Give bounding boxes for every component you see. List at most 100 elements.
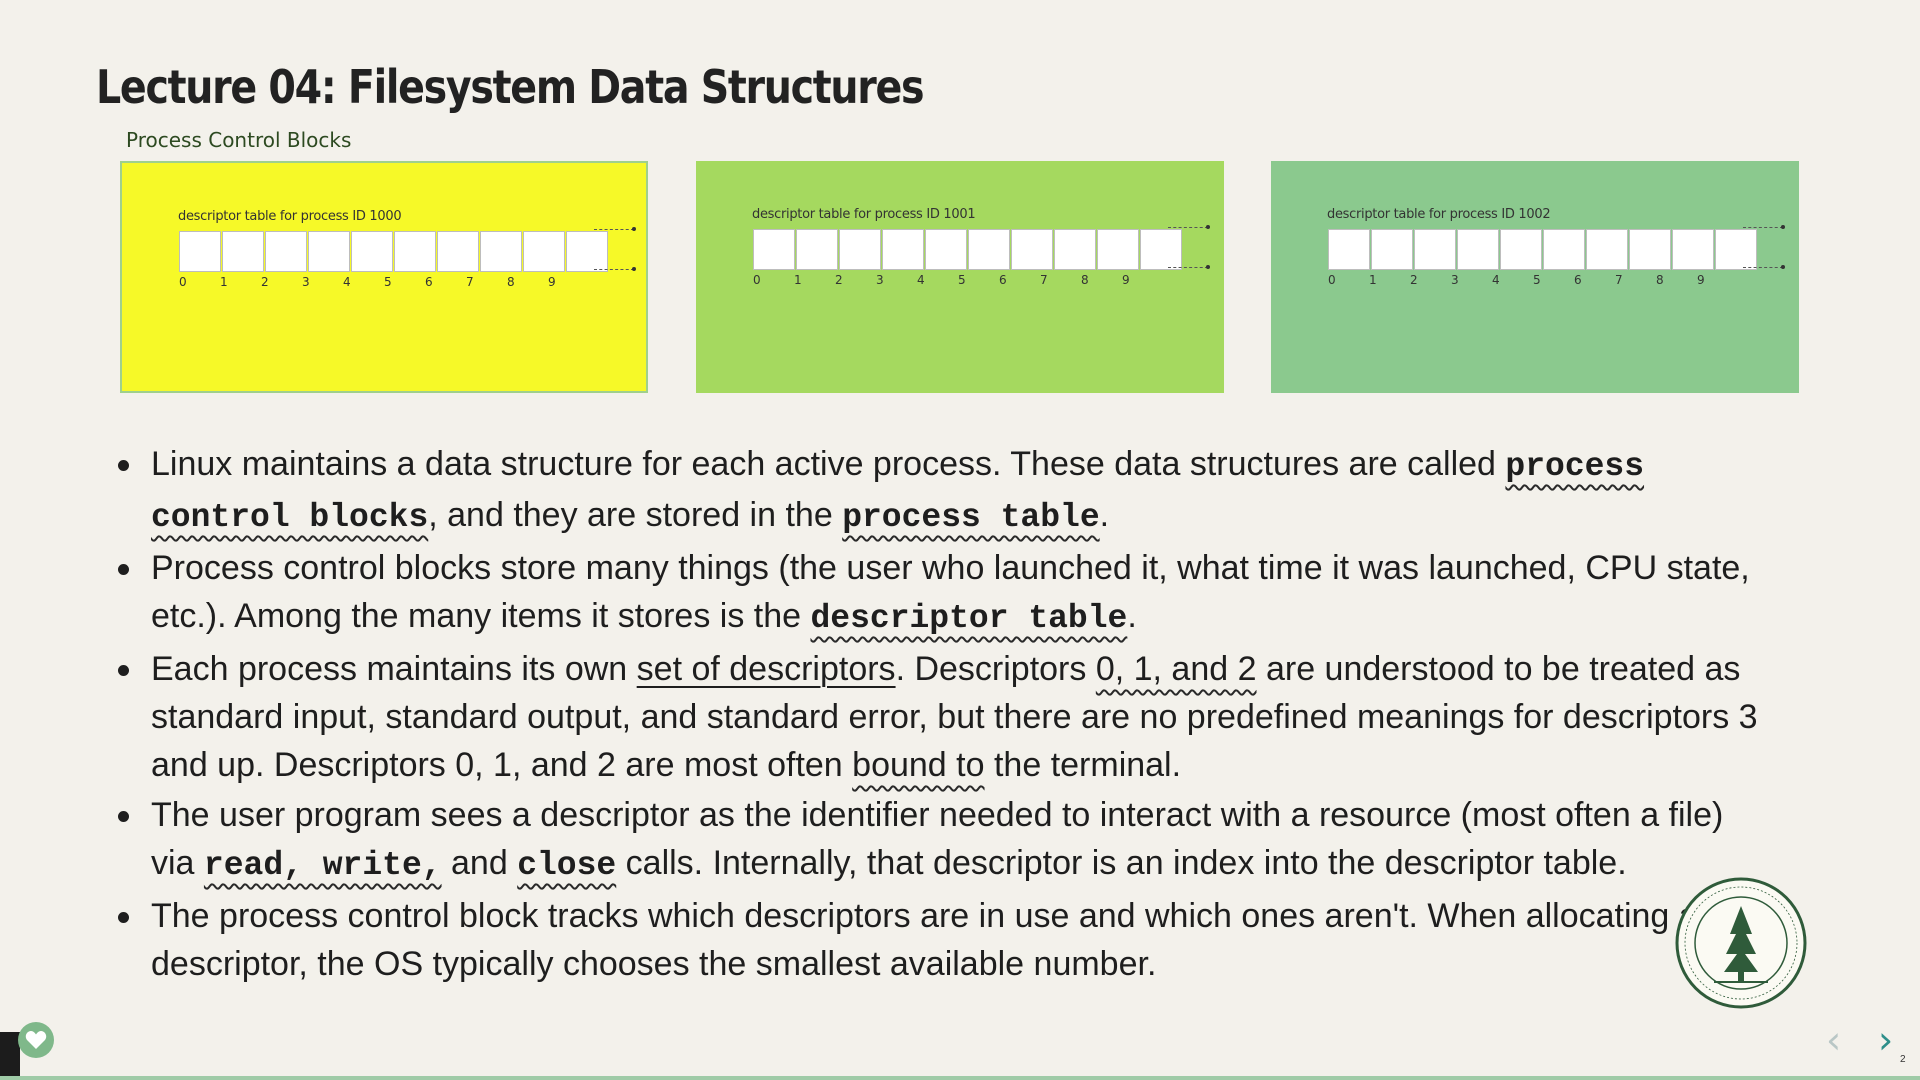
bullet-1: Linux maintains a data structure for eac…	[112, 440, 1772, 542]
descriptor-index: 0	[753, 273, 761, 287]
descriptor-cell	[1097, 229, 1139, 270]
stanford-seal-icon	[1675, 877, 1807, 1009]
descriptor-index: 6	[999, 273, 1007, 287]
descriptor-cell	[1011, 229, 1053, 270]
code-descriptor-table: descriptor table	[810, 600, 1128, 637]
continuation-arrow	[594, 267, 636, 271]
code-read-write: read, write,	[203, 847, 442, 884]
descriptor-cell	[1672, 229, 1714, 270]
descriptor-cell	[1457, 229, 1499, 270]
descriptor-table-panel: descriptor table for process ID 1001 0 1 2 3…	[696, 161, 1224, 393]
descriptor-cell	[796, 229, 838, 270]
descriptor-table-label: descriptor table for process ID 1000	[178, 209, 402, 224]
descriptor-index: 7	[1040, 273, 1048, 287]
descriptor-cell	[308, 231, 350, 272]
descriptor-cells	[179, 231, 609, 272]
chevron-right-icon[interactable]: ›	[1878, 1018, 1893, 1062]
descriptor-cell	[523, 231, 565, 272]
descriptor-cell	[566, 231, 608, 272]
bullet-2: Process control blocks store many things…	[112, 544, 1772, 643]
underlined-set-of-descriptors: set of descriptors	[636, 650, 896, 688]
descriptor-index: 0	[1328, 273, 1336, 287]
slide-title: Lecture 04: Filesystem Data Structures	[96, 60, 925, 114]
descriptor-index: 1	[1369, 273, 1377, 287]
descriptor-index: 8	[507, 275, 515, 289]
descriptor-cell	[222, 231, 264, 272]
descriptor-cell	[1715, 229, 1757, 270]
annotated-descriptors-012: 0, 1, and 2	[1095, 650, 1257, 688]
descriptor-index: 1	[794, 273, 802, 287]
descriptor-table-label: descriptor table for process ID 1001	[752, 207, 976, 222]
descriptor-cells	[1328, 229, 1758, 270]
descriptor-index: 5	[958, 273, 966, 287]
descriptor-index: 3	[1451, 273, 1459, 287]
descriptor-cell	[179, 231, 221, 272]
continuation-arrow	[1743, 225, 1785, 229]
descriptor-index: 6	[1574, 273, 1582, 287]
descriptor-table-label: descriptor table for process ID 1002	[1327, 207, 1551, 222]
descriptor-index: 8	[1081, 273, 1089, 287]
descriptor-cell	[1629, 229, 1671, 270]
descriptor-index: 7	[1615, 273, 1623, 287]
descriptor-index: 3	[302, 275, 310, 289]
descriptor-cell	[1543, 229, 1585, 270]
continuation-arrow	[1168, 265, 1210, 269]
descriptor-cell	[1414, 229, 1456, 270]
bottom-divider	[0, 1076, 1920, 1080]
descriptor-index: 1	[220, 275, 228, 289]
descriptor-cell	[1054, 229, 1096, 270]
code-process-table: process table	[842, 499, 1100, 536]
corner-tab	[0, 1032, 20, 1080]
descriptor-index: 7	[466, 275, 474, 289]
bullet-5: The process control block tracks which d…	[112, 892, 1772, 988]
descriptor-cell	[265, 231, 307, 272]
descriptor-cell	[1371, 229, 1413, 270]
slide-number: 2	[1900, 1054, 1906, 1065]
descriptor-cell	[839, 229, 881, 270]
descriptor-cell	[437, 231, 479, 272]
descriptor-cell	[1328, 229, 1370, 270]
descriptor-index: 4	[343, 275, 351, 289]
descriptor-index: 4	[917, 273, 925, 287]
descriptor-cell	[351, 231, 393, 272]
descriptor-cell	[968, 229, 1010, 270]
descriptor-index: 9	[548, 275, 556, 289]
continuation-arrow	[594, 227, 636, 231]
descriptor-indices: 0 1 2 3 4 5 6 7 8 9	[1328, 273, 1738, 287]
descriptor-cell	[753, 229, 795, 270]
descriptor-index: 8	[1656, 273, 1664, 287]
descriptor-index: 5	[384, 275, 392, 289]
descriptor-index: 2	[261, 275, 269, 289]
descriptor-index: 2	[1410, 273, 1418, 287]
descriptor-index: 5	[1533, 273, 1541, 287]
descriptor-indices: 0 1 2 3 4 5 6 7 8 9	[179, 275, 589, 289]
heart-icon[interactable]	[18, 1022, 54, 1058]
bullet-list: Linux maintains a data structure for eac…	[112, 440, 1772, 990]
descriptor-index: 4	[1492, 273, 1500, 287]
chevron-left-icon[interactable]: ‹	[1826, 1018, 1841, 1062]
descriptor-cell	[925, 229, 967, 270]
descriptor-cell	[1500, 229, 1542, 270]
descriptor-cell	[394, 231, 436, 272]
descriptor-cell	[882, 229, 924, 270]
descriptor-index: 9	[1122, 273, 1130, 287]
descriptor-index: 9	[1697, 273, 1705, 287]
descriptor-index: 6	[425, 275, 433, 289]
descriptor-index: 0	[179, 275, 187, 289]
code-close: close	[517, 847, 617, 884]
bullet-3: Each process maintains its own set of de…	[112, 645, 1772, 789]
continuation-arrow	[1168, 225, 1210, 229]
descriptor-cell	[1140, 229, 1182, 270]
descriptor-index: 3	[876, 273, 884, 287]
pcb-label: Process Control Blocks	[126, 128, 352, 152]
descriptor-cells	[753, 229, 1183, 270]
descriptor-indices: 0 1 2 3 4 5 6 7 8 9	[753, 273, 1163, 287]
descriptor-table-panel: descriptor table for process ID 1002 0 1 2 3…	[1271, 161, 1799, 393]
descriptor-cell	[1586, 229, 1628, 270]
continuation-arrow	[1743, 265, 1785, 269]
descriptor-index: 2	[835, 273, 843, 287]
descriptor-table-panel: descriptor table for process ID 1000 0 1 2 3…	[120, 161, 648, 393]
descriptor-cell	[480, 231, 522, 272]
bullet-4: The user program sees a descriptor as th…	[112, 791, 1772, 890]
annotated-bound-to: bound to	[852, 746, 985, 784]
